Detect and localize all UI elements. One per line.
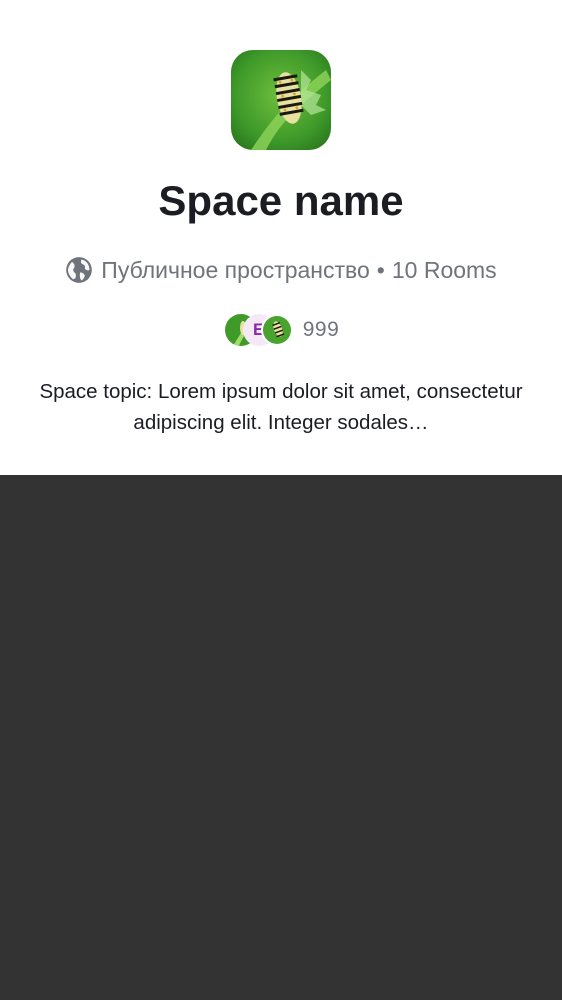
members-row[interactable]: E 999 — [0, 312, 562, 348]
meta-separator: • — [376, 257, 385, 283]
visibility-label: Публичное пространство — [101, 257, 370, 283]
dimmed-background — [0, 475, 562, 1000]
caterpillar-image — [231, 50, 331, 150]
rooms-count: 10 Rooms — [391, 257, 497, 283]
space-meta: Публичное пространство • 10 Rooms — [0, 254, 562, 286]
space-topic: Space topic: Lorem ipsum dolor sit amet,… — [39, 380, 523, 434]
member-avatar — [260, 314, 293, 346]
space-header-card: Space name Публичное пространство • 10 R… — [0, 0, 562, 475]
globe-icon — [66, 257, 93, 283]
member-count: 999 — [302, 318, 340, 341]
space-avatar — [231, 50, 331, 150]
space-name: Space name — [158, 177, 404, 224]
member-avatars: E — [224, 312, 297, 348]
